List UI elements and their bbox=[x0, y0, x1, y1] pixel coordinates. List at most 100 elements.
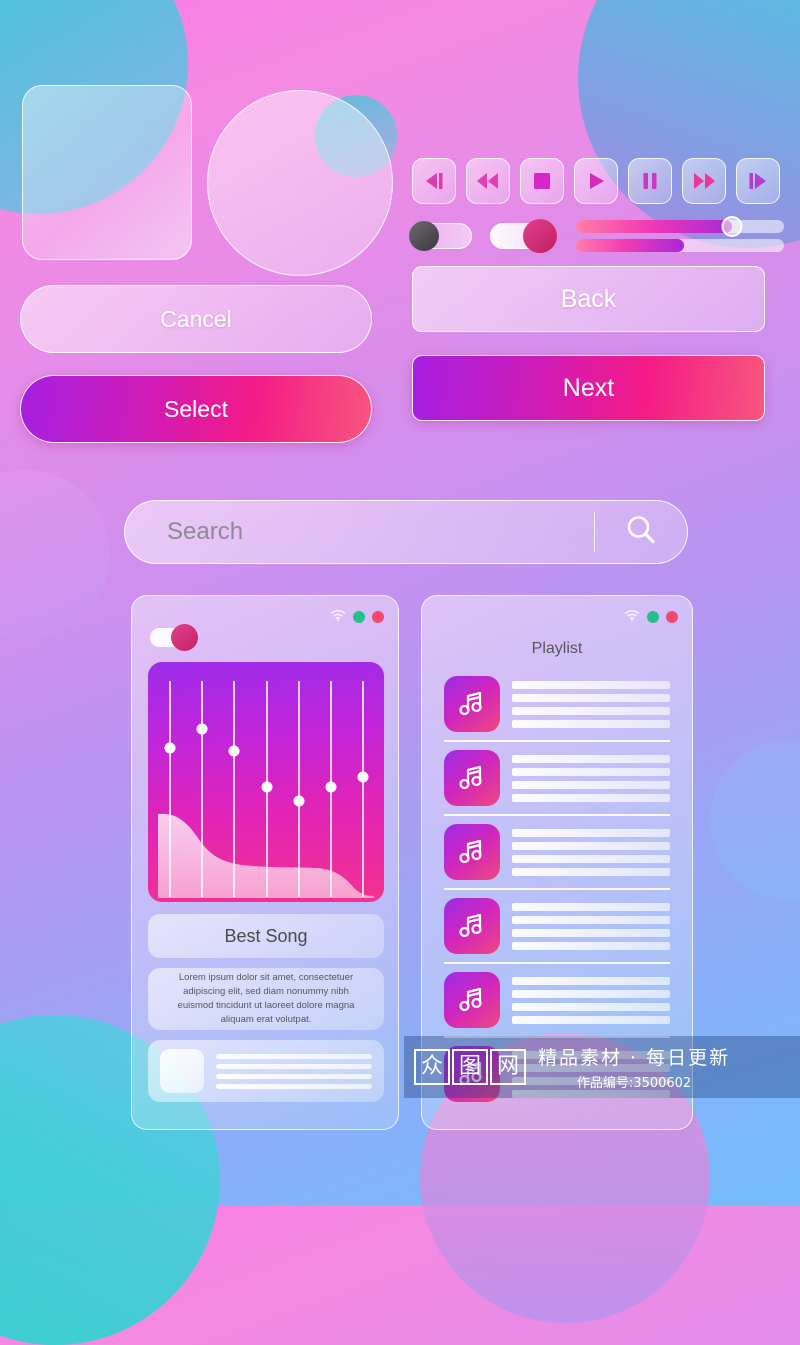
item-placeholder-lines bbox=[216, 1053, 372, 1089]
toggle-knob bbox=[523, 219, 557, 253]
watermark-logo-char: 图 bbox=[452, 1049, 488, 1085]
skip-forward-icon bbox=[747, 171, 769, 191]
placeholder-line bbox=[512, 867, 670, 876]
placeholder-line bbox=[512, 706, 670, 715]
green-status-dot[interactable] bbox=[353, 611, 365, 623]
rewind-button[interactable] bbox=[466, 158, 510, 204]
slider-stack bbox=[576, 216, 784, 252]
play-button[interactable] bbox=[574, 158, 618, 204]
watermark-text: 精品素材 · 每日更新 作品编号:3500602 bbox=[538, 1043, 730, 1091]
song-title-panel: Best Song bbox=[148, 914, 384, 958]
back-button[interactable]: Back bbox=[412, 266, 765, 332]
toggle-switch-off[interactable] bbox=[409, 221, 472, 251]
playlist-row[interactable] bbox=[444, 740, 670, 814]
placeholder-line bbox=[512, 767, 670, 776]
music-note-icon bbox=[444, 750, 500, 806]
search-input[interactable] bbox=[125, 518, 594, 546]
search-button[interactable] bbox=[595, 513, 687, 552]
row-placeholder-lines bbox=[512, 976, 670, 1024]
toggle-switch-on[interactable] bbox=[490, 219, 557, 253]
watermark-logo: 众图网 bbox=[414, 1049, 526, 1085]
fast-forward-icon bbox=[692, 171, 716, 191]
placeholder-line bbox=[512, 941, 670, 950]
placeholder-line bbox=[216, 1073, 372, 1079]
playlist-row[interactable] bbox=[444, 814, 670, 888]
cancel-button[interactable]: Cancel bbox=[20, 285, 372, 353]
equalizer-dot-4[interactable] bbox=[261, 781, 273, 793]
placeholder-line bbox=[216, 1083, 372, 1089]
player-power-toggle[interactable] bbox=[150, 624, 198, 651]
pause-button[interactable] bbox=[628, 158, 672, 204]
equalizer-band-1[interactable] bbox=[169, 681, 172, 898]
row-placeholder-lines bbox=[512, 828, 670, 876]
red-status-dot[interactable] bbox=[666, 611, 678, 623]
slider-thumb[interactable] bbox=[721, 216, 743, 237]
skip-back-button[interactable] bbox=[412, 158, 456, 204]
play-icon bbox=[586, 171, 606, 191]
rewind-icon bbox=[476, 171, 500, 191]
pause-icon bbox=[640, 171, 660, 191]
wifi-icon bbox=[624, 608, 640, 626]
placeholder-line bbox=[512, 1002, 670, 1011]
watermark-code: 作品编号:3500602 bbox=[576, 1076, 692, 1091]
music-player-card: Best Song Lorem ipsum dolor sit amet, co… bbox=[131, 595, 399, 1130]
glass-square-shape bbox=[22, 85, 192, 260]
toggle-knob bbox=[409, 221, 439, 251]
equalizer-dot-5[interactable] bbox=[293, 795, 305, 807]
stop-icon bbox=[532, 171, 552, 191]
fast-forward-button[interactable] bbox=[682, 158, 726, 204]
watermark-overlay: 众图网 精品素材 · 每日更新 作品编号:3500602 bbox=[404, 1036, 800, 1098]
placeholder-line bbox=[512, 989, 670, 998]
equalizer-dot-2[interactable] bbox=[196, 723, 208, 735]
progress-slider-top[interactable] bbox=[576, 216, 784, 237]
player-list-item[interactable] bbox=[148, 1040, 384, 1102]
playlist-window-controls bbox=[624, 608, 678, 626]
placeholder-line bbox=[512, 902, 670, 911]
placeholder-line bbox=[512, 976, 670, 985]
player-window-controls bbox=[330, 608, 384, 626]
music-note-icon bbox=[444, 824, 500, 880]
placeholder-line bbox=[512, 719, 670, 728]
equalizer-panel bbox=[148, 662, 384, 902]
row-placeholder-lines bbox=[512, 680, 670, 728]
watermark-logo-char: 网 bbox=[490, 1049, 526, 1085]
equalizer-dot-3[interactable] bbox=[228, 745, 240, 757]
equalizer-band-5[interactable] bbox=[297, 681, 300, 898]
placeholder-line bbox=[512, 841, 670, 850]
next-button[interactable]: Next bbox=[412, 355, 765, 421]
equalizer-dot-6[interactable] bbox=[325, 781, 337, 793]
background-blob-mid-left bbox=[0, 470, 110, 640]
equalizer-band-7[interactable] bbox=[361, 681, 364, 898]
background-blob-mid-right bbox=[710, 740, 800, 900]
stop-button[interactable] bbox=[520, 158, 564, 204]
playlist-row[interactable] bbox=[444, 888, 670, 962]
background-blob-top-right bbox=[578, 0, 800, 248]
progress-slider-bottom[interactable] bbox=[576, 239, 784, 252]
placeholder-line bbox=[216, 1063, 372, 1069]
playlist-row[interactable] bbox=[444, 668, 670, 740]
equalizer-dot-1[interactable] bbox=[164, 742, 176, 754]
item-thumbnail bbox=[160, 1049, 204, 1093]
music-note-icon bbox=[444, 898, 500, 954]
placeholder-line bbox=[512, 828, 670, 837]
placeholder-line bbox=[512, 1015, 670, 1024]
red-status-dot[interactable] bbox=[372, 611, 384, 623]
equalizer-sliders bbox=[148, 662, 384, 902]
music-note-icon bbox=[444, 676, 500, 732]
equalizer-band-2[interactable] bbox=[201, 681, 204, 898]
placeholder-line bbox=[512, 780, 670, 789]
skip-forward-button[interactable] bbox=[736, 158, 780, 204]
placeholder-line bbox=[512, 915, 670, 924]
watermark-tagline: 精品素材 · 每日更新 bbox=[538, 1047, 731, 1069]
playlist-row[interactable] bbox=[444, 962, 670, 1036]
equalizer-band-3[interactable] bbox=[233, 681, 236, 898]
select-button[interactable]: Select bbox=[20, 375, 372, 443]
green-status-dot[interactable] bbox=[647, 611, 659, 623]
row-placeholder-lines bbox=[512, 902, 670, 950]
search-icon bbox=[624, 513, 658, 552]
equalizer-dot-7[interactable] bbox=[357, 771, 369, 783]
placeholder-line bbox=[216, 1053, 372, 1059]
music-note-icon bbox=[444, 972, 500, 1028]
placeholder-line bbox=[512, 928, 670, 937]
toggle-knob bbox=[171, 624, 198, 651]
